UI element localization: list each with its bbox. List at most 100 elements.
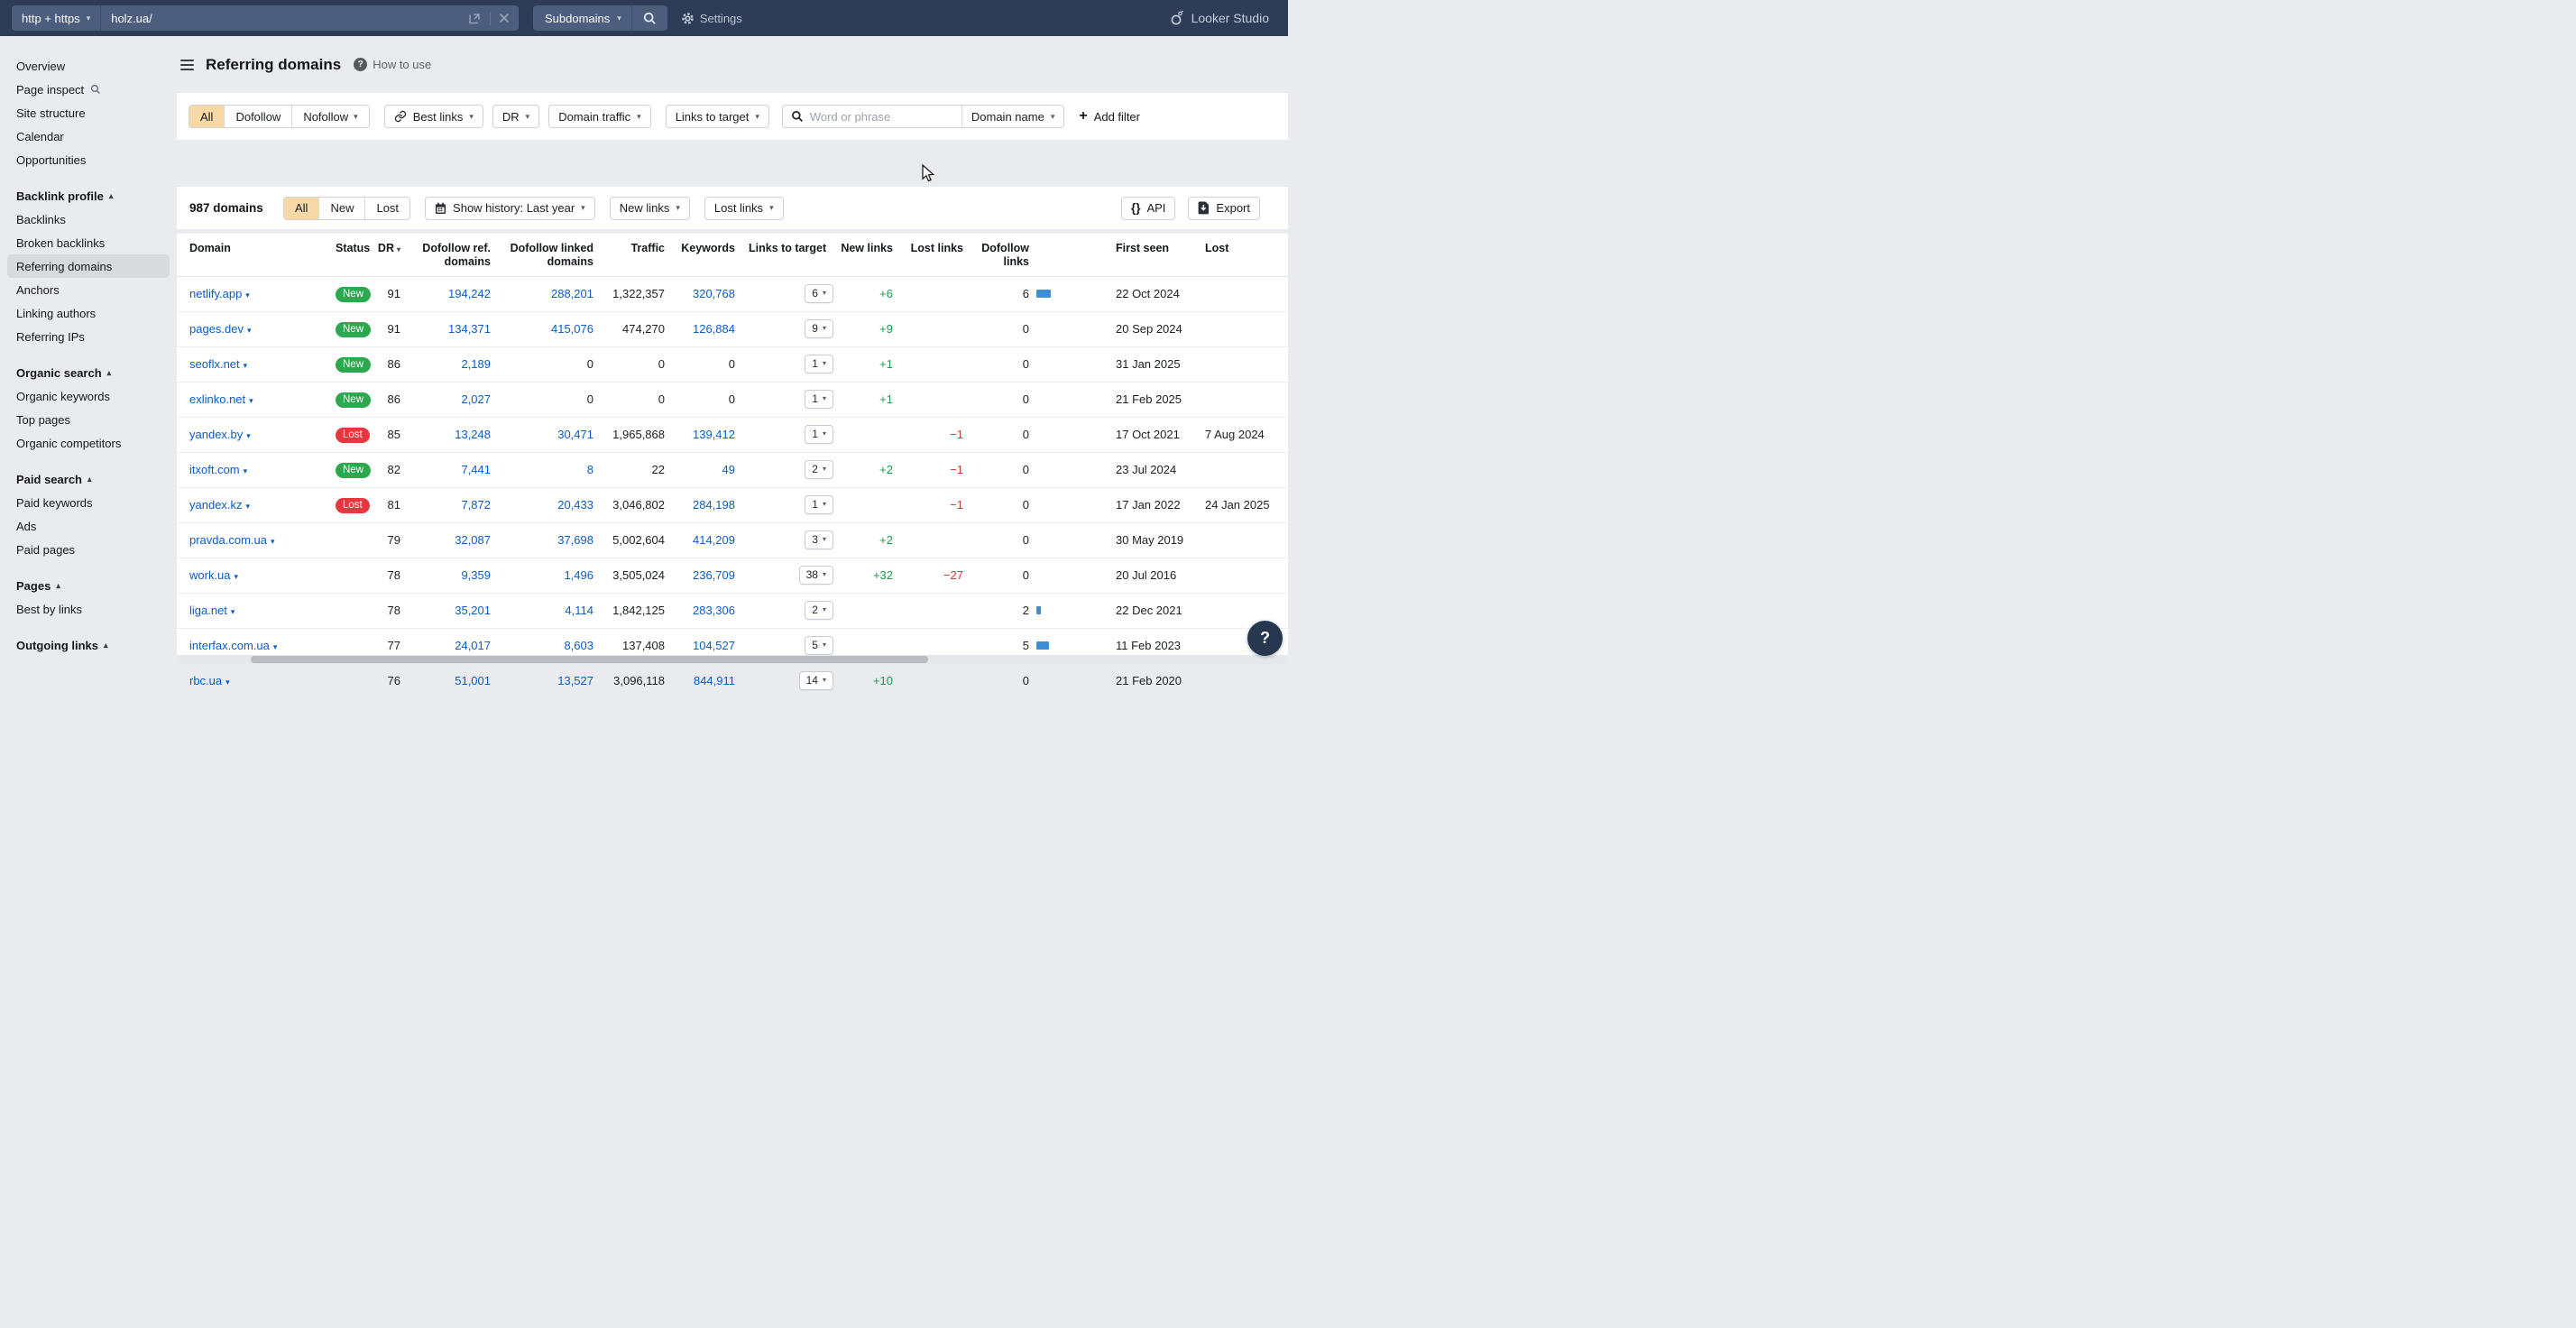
looker-studio-link[interactable]: Looker Studio (1170, 10, 1269, 26)
scope-dropdown[interactable]: Subdomains ▾ (533, 12, 631, 25)
chevron-down-icon[interactable]: ▾ (273, 642, 278, 651)
how-to-use-link[interactable]: ? How to use (354, 58, 431, 71)
sidebar-item-paid-keywords[interactable]: Paid keywords (7, 491, 170, 514)
keywords-link[interactable]: 844,911 (694, 674, 735, 687)
new-links-value[interactable]: +2 (879, 533, 893, 547)
column-header-lost-links[interactable]: Lost links (897, 234, 967, 276)
dofollow-linked-link[interactable]: 37,698 (557, 533, 593, 547)
search-input[interactable] (810, 110, 961, 124)
chevron-down-icon[interactable]: ▾ (246, 431, 251, 440)
dofollow-ref-link[interactable]: 194,242 (448, 287, 491, 300)
dofollow-linked-link[interactable]: 13,527 (557, 674, 593, 687)
dofollow-ref-link[interactable]: 134,371 (448, 322, 491, 336)
domain-link[interactable]: work.ua (189, 568, 231, 582)
protocol-dropdown[interactable]: http + https ▾ (12, 5, 101, 31)
sidebar-item-linked-domains[interactable]: Linked domains (7, 657, 170, 664)
keywords-link[interactable]: 283,306 (693, 604, 735, 617)
domain-link[interactable]: itxoft.com (189, 463, 240, 476)
lost-links-value[interactable]: −1 (950, 428, 963, 441)
keywords-link[interactable]: 126,884 (693, 322, 735, 336)
external-link-icon[interactable] (468, 12, 482, 25)
new-links-value[interactable]: +10 (873, 674, 893, 687)
dofollow-linked-link[interactable]: 8,603 (564, 639, 593, 652)
keywords-link[interactable]: 139,412 (693, 428, 735, 441)
dofollow-ref-link[interactable]: 2,027 (461, 392, 491, 406)
keywords-link[interactable]: 320,768 (693, 287, 735, 300)
column-header-lost[interactable]: Lost (1200, 234, 1288, 276)
help-button[interactable]: ? (1247, 621, 1283, 656)
column-header-keywords[interactable]: Keywords (668, 234, 739, 276)
sidebar-item-overview[interactable]: Overview (7, 54, 170, 78)
new-links-value[interactable]: +2 (879, 463, 893, 476)
links-to-target-select[interactable]: 9▾ (805, 319, 833, 338)
follow-tab-dofollow[interactable]: Dofollow (224, 106, 291, 127)
api-button[interactable]: {} API (1121, 197, 1175, 220)
links-to-target-select[interactable]: 2▾ (805, 601, 833, 620)
dofollow-linked-link[interactable]: 30,471 (557, 428, 593, 441)
keywords-link[interactable]: 49 (722, 463, 735, 476)
new-links-value[interactable]: +1 (879, 357, 893, 371)
dofollow-ref-link[interactable]: 7,441 (461, 463, 491, 476)
links-to-target-select[interactable]: 1▾ (805, 390, 833, 409)
sidebar-item-organic-competitors[interactable]: Organic competitors (7, 431, 170, 455)
dofollow-linked-link[interactable]: 288,201 (551, 287, 593, 300)
column-header-status[interactable]: Status (325, 234, 372, 276)
search-button[interactable] (631, 5, 667, 31)
sidebar-item-top-pages[interactable]: Top pages (7, 408, 170, 431)
keywords-link[interactable]: 104,527 (693, 639, 735, 652)
domain-link[interactable]: interfax.com.ua (189, 639, 270, 652)
new-links-value[interactable]: +32 (873, 568, 893, 582)
links-to-target-select[interactable]: 38▾ (799, 566, 833, 585)
dofollow-ref-link[interactable]: 7,872 (461, 498, 491, 512)
new-links-value[interactable]: +1 (879, 392, 893, 406)
sidebar-item-referring-domains[interactable]: Referring domains (7, 254, 170, 278)
chevron-down-icon[interactable]: ▾ (244, 361, 248, 370)
status-tab-all[interactable]: All (284, 198, 318, 219)
domain-link[interactable]: yandex.by (189, 428, 243, 441)
chevron-down-icon[interactable]: ▾ (231, 607, 235, 616)
sidebar-section-outgoing-links[interactable]: Outgoing links▴ (7, 633, 170, 657)
domain-link[interactable]: pages.dev (189, 322, 244, 336)
dofollow-ref-link[interactable]: 2,189 (461, 357, 491, 371)
domain-traffic-filter[interactable]: Domain traffic ▾ (548, 105, 651, 128)
horizontal-scrollbar-thumb[interactable] (251, 656, 928, 663)
column-header-dofollow-linked[interactable]: Dofollow linked domains (494, 234, 597, 276)
dofollow-linked-link[interactable]: 415,076 (551, 322, 593, 336)
domain-link[interactable]: seoflx.net (189, 357, 240, 371)
keywords-link[interactable]: 236,709 (693, 568, 735, 582)
links-to-target-select[interactable]: 1▾ (805, 495, 833, 514)
search-scope-dropdown[interactable]: Domain name ▾ (961, 106, 1063, 127)
sidebar-item-anchors[interactable]: Anchors (7, 278, 170, 301)
column-header-traffic[interactable]: Traffic (597, 234, 668, 276)
chevron-down-icon[interactable]: ▾ (249, 396, 253, 405)
menu-icon[interactable] (180, 60, 194, 70)
column-header-dofollow-links[interactable]: Dofollow links (967, 234, 1109, 276)
domain-link[interactable]: rbc.ua (189, 674, 222, 687)
sidebar-item-site-structure[interactable]: Site structure (7, 101, 170, 124)
sidebar-item-linking-authors[interactable]: Linking authors (7, 301, 170, 325)
new-links-value[interactable]: +6 (879, 287, 893, 300)
sidebar-item-opportunities[interactable]: Opportunities (7, 148, 170, 171)
chevron-down-icon[interactable]: ▾ (225, 678, 230, 687)
follow-tab-nofollow[interactable]: Nofollow▾ (291, 106, 368, 127)
clear-url-icon[interactable] (499, 13, 510, 23)
settings-button[interactable]: Settings (681, 12, 742, 25)
column-header-first-seen[interactable]: First seen (1109, 234, 1200, 276)
sidebar-item-ads[interactable]: Ads (7, 514, 170, 538)
dofollow-linked-link[interactable]: 8 (587, 463, 593, 476)
links-to-target-select[interactable]: 1▾ (805, 355, 833, 374)
sidebar-item-backlinks[interactable]: Backlinks (7, 208, 170, 231)
chevron-down-icon[interactable]: ▾ (245, 290, 250, 300)
status-tab-lost[interactable]: Lost (364, 198, 409, 219)
target-url-input[interactable]: holz.ua/ (101, 12, 468, 25)
domain-link[interactable]: exlinko.net (189, 392, 245, 406)
lost-links-dropdown[interactable]: Lost links ▾ (704, 197, 784, 220)
sidebar-section-paid-search[interactable]: Paid search▴ (7, 467, 170, 491)
dofollow-ref-link[interactable]: 24,017 (455, 639, 491, 652)
dofollow-ref-link[interactable]: 35,201 (455, 604, 491, 617)
domain-link[interactable]: pravda.com.ua (189, 533, 267, 547)
dofollow-linked-link[interactable]: 20,433 (557, 498, 593, 512)
chevron-down-icon[interactable]: ▾ (271, 537, 275, 546)
dofollow-linked-link[interactable]: 4,114 (565, 604, 593, 617)
sidebar-item-organic-keywords[interactable]: Organic keywords (7, 384, 170, 408)
